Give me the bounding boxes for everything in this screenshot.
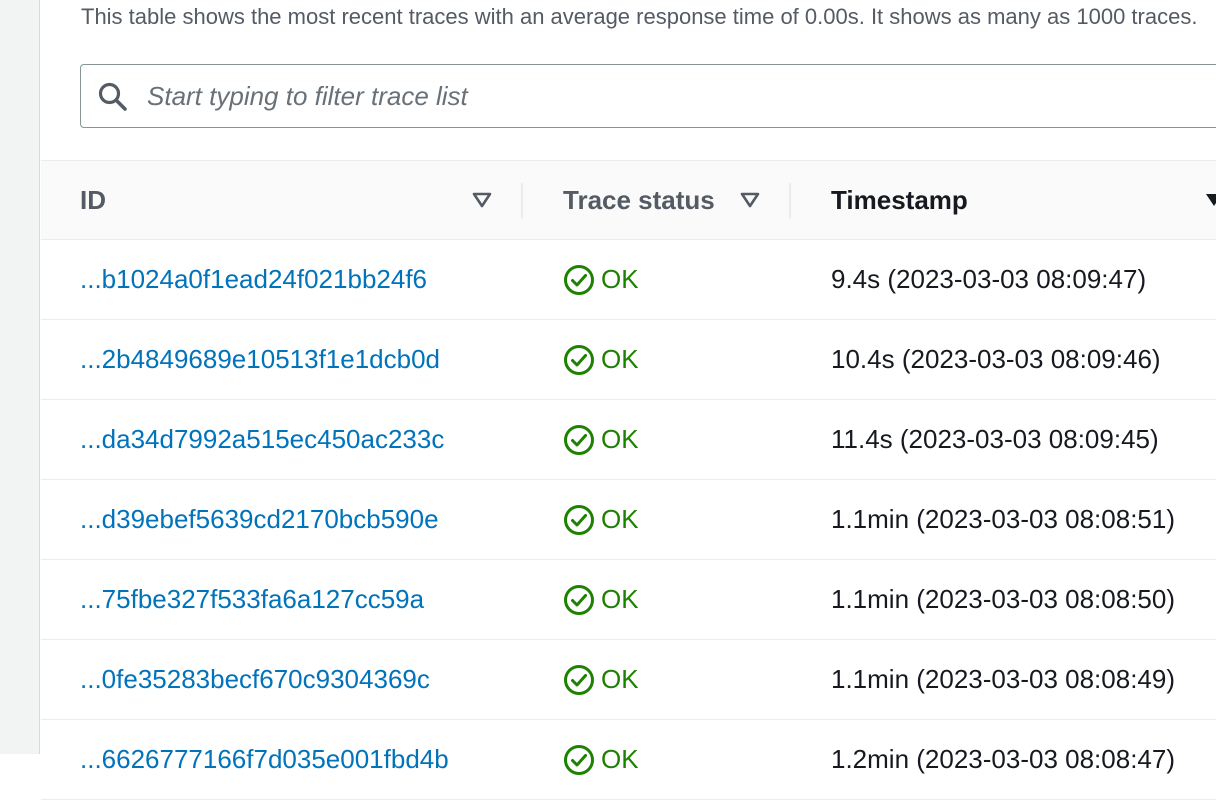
trace-status-label: OK xyxy=(601,584,639,614)
table-row: ...75fbe327f533fa6a127cc59a OK 1.1min (2… xyxy=(41,560,1216,640)
check-circle-icon xyxy=(564,424,594,455)
trace-status: OK xyxy=(563,584,639,616)
table-row: ...0fe35283becf670c9304369c OK 1.1min (2… xyxy=(41,640,1216,720)
trace-id-link[interactable]: ...da34d7992a515ec450ac233c xyxy=(80,424,444,455)
trace-status: OK xyxy=(563,344,639,376)
left-gutter xyxy=(0,0,40,754)
trace-status-label: OK xyxy=(601,664,639,694)
trace-id-link[interactable]: ...6626777166f7d035e001fbd4b xyxy=(80,744,449,775)
sort-caret-filled-icon[interactable] xyxy=(1203,189,1216,211)
trace-status: OK xyxy=(563,264,639,296)
search-icon xyxy=(97,81,127,111)
trace-timestamp: 1.1min (2023-03-03 08:08:51) xyxy=(831,504,1176,534)
trace-filter[interactable] xyxy=(80,64,1216,128)
check-circle-icon xyxy=(564,504,594,535)
trace-status-label: OK xyxy=(601,264,639,294)
trace-status: OK xyxy=(563,504,639,536)
trace-status-label: OK xyxy=(601,744,639,774)
trace-status-label: OK xyxy=(601,504,639,534)
trace-id-link[interactable]: ...0fe35283becf670c9304369c xyxy=(80,664,430,695)
check-circle-icon xyxy=(564,744,594,775)
trace-id-link[interactable]: ...75fbe327f533fa6a127cc59a xyxy=(80,584,424,615)
trace-timestamp: 1.2min (2023-03-03 08:08:47) xyxy=(831,744,1176,774)
check-circle-icon xyxy=(564,264,594,295)
traces-table: ID Trace status Timestamp ...b1024a0f1ea… xyxy=(41,160,1216,800)
trace-timestamp: 1.1min (2023-03-03 08:08:50) xyxy=(831,584,1176,614)
check-circle-icon xyxy=(564,344,594,375)
trace-timestamp: 1.1min (2023-03-03 08:08:49) xyxy=(831,664,1176,694)
trace-status: OK xyxy=(563,424,639,456)
table-row: ...d39ebef5639cd2170bcb590e OK 1.1min (2… xyxy=(41,480,1216,560)
column-separator[interactable] xyxy=(789,183,791,219)
trace-timestamp: 11.4s (2023-03-03 08:09:45) xyxy=(831,424,1159,454)
column-separator[interactable] xyxy=(521,183,523,219)
trace-id-link[interactable]: ...b1024a0f1ead24f021bb24f6 xyxy=(80,264,427,295)
table-row: ...b1024a0f1ead24f021bb24f6 OK 9.4s (202… xyxy=(41,240,1216,320)
trace-status-label: OK xyxy=(601,424,639,454)
column-header-timestamp[interactable]: Timestamp xyxy=(831,161,968,239)
trace-status: OK xyxy=(563,744,639,776)
sort-caret-icon[interactable] xyxy=(471,189,493,211)
trace-id-link[interactable]: ...2b4849689e10513f1e1dcb0d xyxy=(80,344,440,375)
trace-timestamp: 9.4s (2023-03-03 08:09:47) xyxy=(831,264,1147,294)
trace-status-label: OK xyxy=(601,344,639,374)
table-row: ...da34d7992a515ec450ac233c OK 11.4s (20… xyxy=(41,400,1216,480)
check-circle-icon xyxy=(564,584,594,615)
column-header-trace-status[interactable]: Trace status xyxy=(563,161,715,239)
traces-panel: This table shows the most recent traces … xyxy=(41,0,1216,800)
table-row: ...6626777166f7d035e001fbd4b OK 1.2min (… xyxy=(41,720,1216,800)
table-header: ID Trace status Timestamp xyxy=(41,160,1216,240)
check-circle-icon xyxy=(564,664,594,695)
sort-caret-icon[interactable] xyxy=(739,189,761,211)
trace-status: OK xyxy=(563,664,639,696)
table-description: This table shows the most recent traces … xyxy=(81,4,1198,29)
trace-id-link[interactable]: ...d39ebef5639cd2170bcb590e xyxy=(80,504,439,535)
table-row: ...2b4849689e10513f1e1dcb0d OK 10.4s (20… xyxy=(41,320,1216,400)
trace-timestamp: 10.4s (2023-03-03 08:09:46) xyxy=(831,344,1161,374)
column-header-id[interactable]: ID xyxy=(80,161,106,239)
trace-filter-input[interactable] xyxy=(145,79,1149,113)
